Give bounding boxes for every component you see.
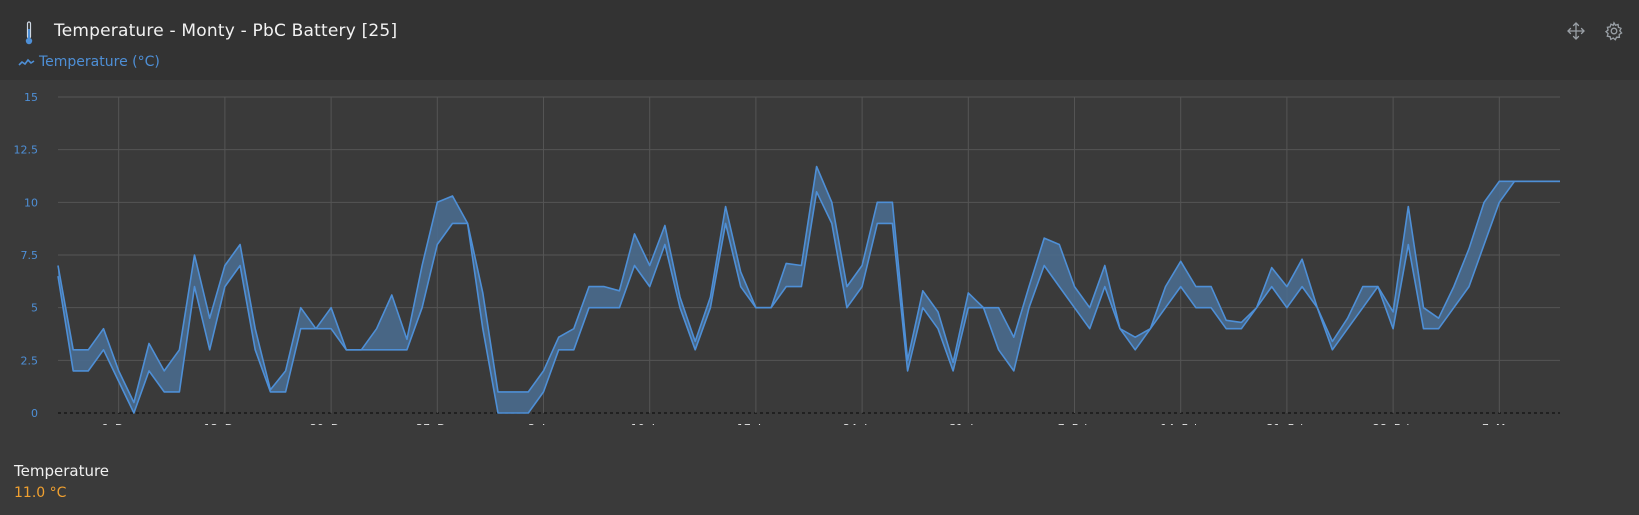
x-tick-label: 27. Dec <box>416 422 458 425</box>
temperature-chart: 0 2.5 5 7.5 10 12.5 15 6. Dec 13. Dec 20. Dec 27.… <box>14 91 1560 425</box>
x-tick-label: 20. Dec <box>310 422 352 425</box>
chart-title: Temperature - Monty - PbC Battery [25] <box>54 21 398 41</box>
x-tick-label: 17. Jan <box>737 422 775 425</box>
readout-label: Temperature <box>14 462 110 480</box>
y-tick-label: 15 <box>24 91 38 104</box>
thermometer-icon <box>25 21 33 45</box>
x-tick-label: 10. Jan <box>631 422 669 425</box>
x-tick-label: 28. Feb <box>1373 422 1413 425</box>
y-axis: 0 2.5 5 7.5 10 12.5 15 <box>14 91 39 420</box>
temperature-range-band <box>58 166 1560 413</box>
x-tick-label: 24. Jan <box>843 422 881 425</box>
legend-item-temperature[interactable]: Temperature (°C) <box>18 52 160 72</box>
legend-line-icon <box>18 58 35 66</box>
gear-icon[interactable] <box>1604 21 1624 41</box>
readout-value: 11.0 °C <box>14 485 67 501</box>
y-tick-label: 7.5 <box>21 249 39 262</box>
x-tick-label: 31. Jan <box>949 422 987 425</box>
y-tick-label: 5 <box>31 302 38 315</box>
x-tick-label: 14. Feb <box>1160 422 1200 425</box>
y-tick-label: 2.5 <box>21 354 39 367</box>
y-tick-label: 10 <box>24 196 38 209</box>
move-icon[interactable] <box>1566 21 1586 41</box>
legend-label: Temperature (°C) <box>39 54 160 70</box>
x-tick-label: 7. Mar <box>1482 422 1517 425</box>
y-tick-label: 0 <box>31 407 38 420</box>
x-tick-label: 7. Feb <box>1058 422 1091 425</box>
x-tick-label: 13. Dec <box>204 422 246 425</box>
y-tick-label: 12.5 <box>14 144 39 157</box>
x-tick-label: 6. Dec <box>101 422 136 425</box>
x-axis: 6. Dec 13. Dec 20. Dec 27. Dec 3. Jan 10. Jan… <box>101 422 1517 425</box>
chart-grid <box>58 96 1560 414</box>
series-band <box>58 166 1560 413</box>
x-tick-label: 3. Jan <box>528 422 559 425</box>
x-tick-label: 21. Feb <box>1267 422 1307 425</box>
chart-header: Temperature - Monty - PbC Battery [25] T… <box>0 0 1639 80</box>
